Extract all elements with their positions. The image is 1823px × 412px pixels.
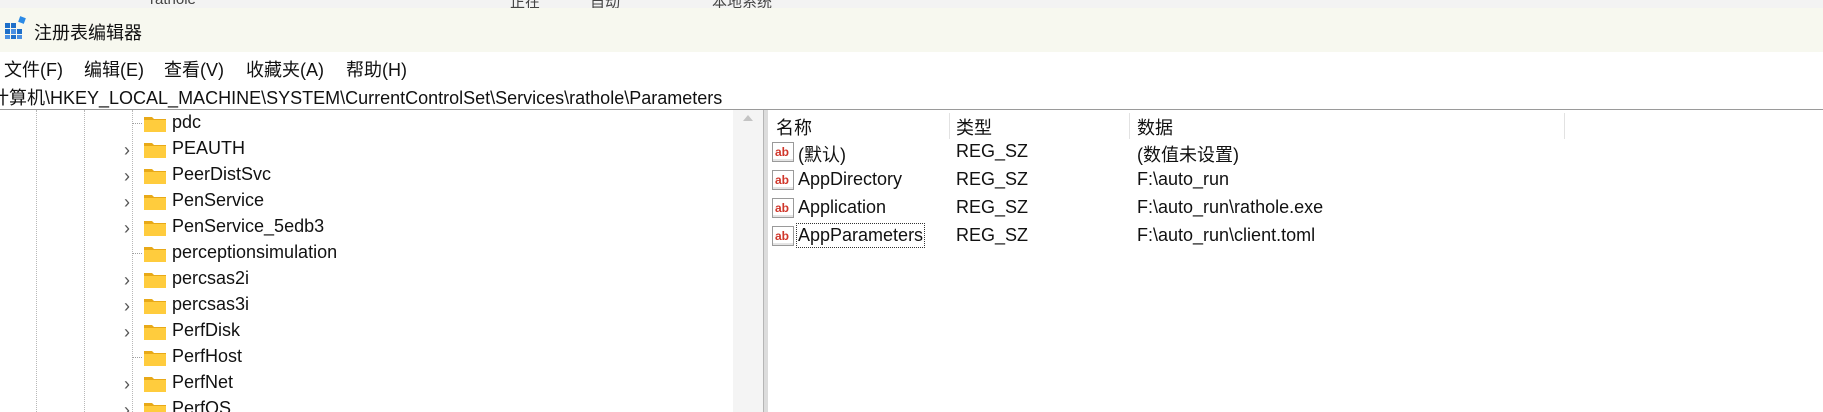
value-list[interactable]: 名称 类型 数据 ab (默认) REG_SZ (数值未设置) ab AppDirecto… [768,110,1823,412]
menu-view[interactable]: 查看(V) [164,56,224,82]
tree-item[interactable]: perceptionsimulation [0,240,744,266]
background-text: rathole [150,0,196,8]
value-row[interactable]: ab AppDirectory REG_SZ F:\auto_run [768,166,1823,194]
value-name: (默认) [798,145,846,165]
value-type: REG_SZ [956,225,1029,245]
address-path[interactable]: 计算机\HKEY_LOCAL_MACHINE\SYSTEM\CurrentCon… [0,84,722,110]
value-data: (数值未设置) [1137,145,1239,165]
value-name: AppDirectory [798,169,903,189]
folder-icon [144,247,166,262]
tree-item-label: PenService [172,190,265,210]
tree-item-label: PerfHost [172,346,243,366]
tree-item-label: PEAUTH [172,138,246,158]
column-divider[interactable] [949,113,950,139]
svg-text:ab: ab [775,173,789,187]
column-header-name[interactable]: 名称 [776,114,812,140]
tree-item-label: PenService_5edb3 [172,216,325,236]
tree-item[interactable]: › PEAUTH [0,136,744,162]
svg-text:ab: ab [775,229,789,243]
string-value-icon: ab [772,170,794,190]
value-type: REG_SZ [956,141,1029,161]
string-value-icon: ab [772,198,794,218]
menu-favorites[interactable]: 收藏夹(A) [246,56,324,82]
tree-item[interactable]: PerfHost [0,344,744,370]
folder-icon [144,377,166,392]
folder-icon [144,299,166,314]
svg-text:ab: ab [775,201,789,215]
tree-item[interactable]: › percsas2i [0,266,744,292]
address-bar[interactable]: 计算机\HKEY_LOCAL_MACHINE\SYSTEM\CurrentCon… [0,82,1823,110]
chevron-right-icon[interactable]: › [124,270,130,291]
column-divider[interactable] [1129,113,1130,139]
folder-icon [144,273,166,288]
tree-item[interactable]: › PerfOS [0,396,744,412]
column-header-type[interactable]: 类型 [956,114,992,140]
chevron-right-icon[interactable]: › [124,296,130,317]
tree-connector [132,357,142,358]
tree-item-label: perceptionsimulation [172,242,338,262]
string-value-icon: ab [772,226,794,246]
value-name: Application [798,197,887,217]
value-data: F:\auto_run\rathole.exe [1137,197,1324,217]
string-value-icon: ab [772,142,794,162]
menu-file[interactable]: 文件(F) [4,56,63,82]
folder-icon [144,325,166,340]
svg-text:ab: ab [775,145,789,159]
folder-icon [144,169,166,184]
value-type: REG_SZ [956,197,1029,217]
menu-help[interactable]: 帮助(H) [346,56,407,82]
value-data: F:\auto_run\client.toml [1137,225,1316,245]
value-type: REG_SZ [956,169,1029,189]
folder-icon [144,403,166,412]
value-row[interactable]: ab AppParameters REG_SZ F:\auto_run\client.… [768,222,1823,250]
menu-edit[interactable]: 编辑(E) [84,56,144,82]
folder-icon [144,221,166,236]
value-row[interactable]: ab Application REG_SZ F:\auto_run\rathole.e… [768,194,1823,222]
tree-connector [132,123,142,124]
folder-icon [144,143,166,158]
scroll-up-arrow-icon[interactable] [743,115,753,121]
folder-icon [144,351,166,366]
key-tree[interactable]: pdc › PEAUTH › PeerDistSvc › PenService › PenSer… [0,110,744,412]
tree-scrollbar[interactable] [733,110,763,412]
chevron-right-icon[interactable]: › [124,400,130,412]
tree-item[interactable]: › PeerDistSvc [0,162,744,188]
chevron-right-icon[interactable]: › [124,218,130,239]
tree-item-label: PeerDistSvc [172,164,272,184]
tree-item[interactable]: › PerfDisk [0,318,744,344]
chevron-right-icon[interactable]: › [124,322,130,343]
tree-item-label: PerfOS [172,398,232,412]
registry-editor-icon [5,16,26,39]
window-title: 注册表编辑器 [34,23,142,43]
column-divider[interactable] [1564,113,1565,139]
folder-icon [144,195,166,210]
tree-item-label: percsas2i [172,268,250,288]
value-row[interactable]: ab (默认) REG_SZ (数值未设置) [768,138,1823,166]
tree-item-label: PerfDisk [172,320,241,340]
column-header-data[interactable]: 数据 [1137,114,1173,140]
title-bar[interactable]: 注册表编辑器 [0,8,1823,53]
tree-item[interactable]: pdc [0,110,744,136]
chevron-right-icon[interactable]: › [124,192,130,213]
chevron-right-icon[interactable]: › [124,166,130,187]
menu-bar: 文件(F) 编辑(E) 查看(V) 收藏夹(A) 帮助(H) [0,52,1823,82]
tree-item[interactable]: › PerfNet [0,370,744,396]
tree-item[interactable]: › percsas3i [0,292,744,318]
chevron-right-icon[interactable]: › [124,140,130,161]
chevron-right-icon[interactable]: › [124,374,130,395]
tree-item-label: pdc [172,112,202,132]
tree-item-label: PerfNet [172,372,234,392]
tree-connector [132,253,142,254]
value-data: F:\auto_run [1137,169,1230,189]
folder-icon [144,117,166,132]
value-name: AppParameters [795,223,926,248]
tree-item[interactable]: › PenService_5edb3 [0,214,744,240]
tree-item-label: percsas3i [172,294,250,314]
tree-item[interactable]: › PenService [0,188,744,214]
